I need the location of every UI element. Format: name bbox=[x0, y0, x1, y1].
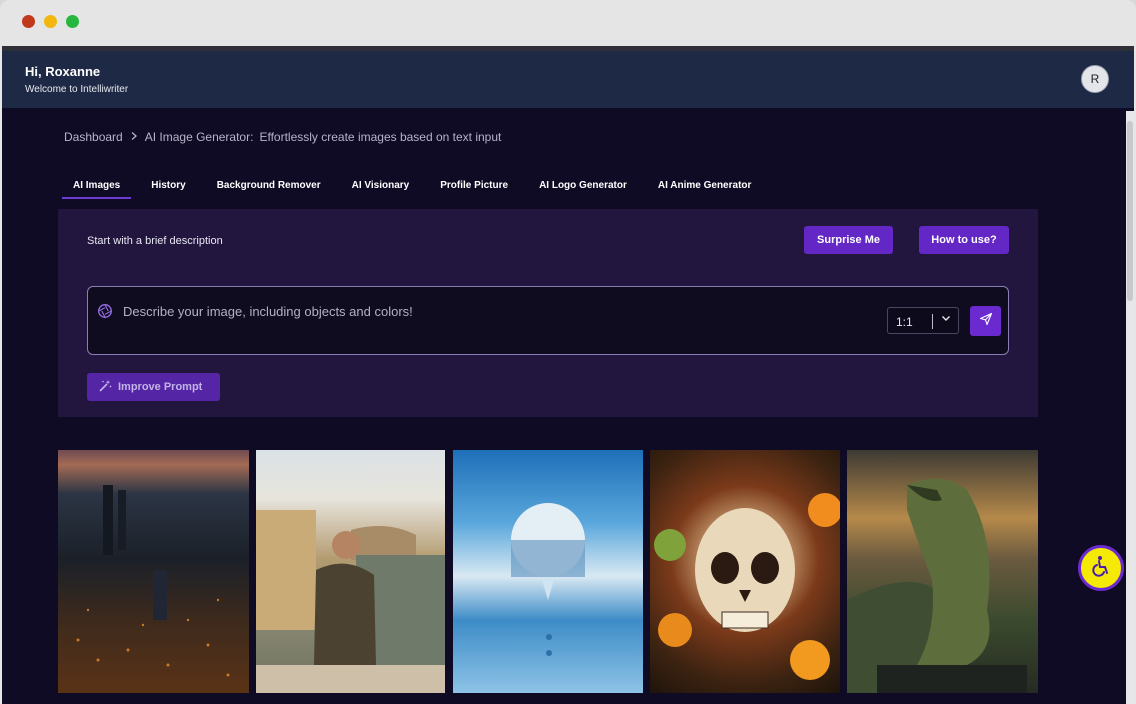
generator-panel: Start with a brief description Surprise … bbox=[58, 209, 1038, 417]
tab-history[interactable]: History bbox=[140, 171, 196, 199]
send-icon bbox=[979, 312, 993, 331]
aspect-ratio-select[interactable]: 1:1 bbox=[887, 307, 959, 334]
tab-ai-images[interactable]: AI Images bbox=[62, 171, 132, 199]
breadcrumb-description: Effortlessly create images based on text… bbox=[259, 130, 502, 144]
chevron-down-icon bbox=[940, 312, 952, 324]
gallery-image-man[interactable] bbox=[256, 450, 445, 693]
send-button[interactable] bbox=[970, 306, 1001, 336]
magic-wand-icon bbox=[98, 379, 112, 396]
wheelchair-icon bbox=[1089, 554, 1113, 583]
tool-tabs: AI Images History Background Remover AI … bbox=[62, 171, 771, 199]
close-window-button[interactable] bbox=[22, 15, 35, 28]
minimize-window-button[interactable] bbox=[44, 15, 57, 28]
top-header: Hi, Roxanne Welcome to Intelliwriter R bbox=[2, 51, 1134, 108]
chevron-right-icon bbox=[129, 130, 139, 144]
tab-ai-logo-generator[interactable]: AI Logo Generator bbox=[528, 171, 638, 199]
breadcrumb-current: AI Image Generator: bbox=[144, 130, 254, 144]
tab-background-remover[interactable]: Background Remover bbox=[206, 171, 332, 199]
tab-ai-visionary[interactable]: AI Visionary bbox=[341, 171, 421, 199]
user-avatar[interactable]: R bbox=[1081, 65, 1109, 93]
gallery-image-city[interactable] bbox=[58, 450, 249, 693]
aperture-icon bbox=[97, 303, 113, 319]
select-divider bbox=[932, 314, 933, 329]
prompt-box[interactable]: Describe your image, including objects a… bbox=[87, 286, 1009, 355]
gallery-image-skull[interactable] bbox=[650, 450, 840, 693]
gallery-image-dragon[interactable] bbox=[847, 450, 1038, 693]
welcome-text: Welcome to Intelliwriter bbox=[25, 84, 129, 95]
example-gallery bbox=[58, 450, 1038, 693]
how-to-use-button[interactable]: How to use? bbox=[919, 226, 1009, 254]
breadcrumb-dashboard-link[interactable]: Dashboard bbox=[64, 130, 123, 144]
breadcrumb: Dashboard AI Image Generator: Effortless… bbox=[64, 130, 501, 144]
panel-label: Start with a brief description bbox=[87, 235, 223, 247]
zoom-window-button[interactable] bbox=[66, 15, 79, 28]
scrollbar-thumb[interactable] bbox=[1127, 121, 1133, 301]
improve-prompt-label: Improve Prompt bbox=[118, 381, 203, 393]
app-container: Hi, Roxanne Welcome to Intelliwriter R D… bbox=[2, 46, 1134, 704]
improve-prompt-button[interactable]: Improve Prompt bbox=[87, 373, 220, 401]
greeting-text: Hi, Roxanne bbox=[25, 64, 101, 79]
prompt-input[interactable]: Describe your image, including objects a… bbox=[123, 304, 413, 319]
aspect-ratio-value: 1:1 bbox=[896, 315, 913, 329]
window-titlebar bbox=[0, 0, 1136, 46]
browser-window: Hi, Roxanne Welcome to Intelliwriter R D… bbox=[0, 0, 1136, 704]
gallery-image-sphere[interactable] bbox=[453, 450, 643, 693]
accessibility-button[interactable] bbox=[1078, 545, 1124, 591]
tab-profile-picture[interactable]: Profile Picture bbox=[429, 171, 519, 199]
tab-ai-anime-generator[interactable]: AI Anime Generator bbox=[647, 171, 763, 199]
page-scrollbar[interactable] bbox=[1126, 111, 1134, 704]
surprise-me-button[interactable]: Surprise Me bbox=[804, 226, 893, 254]
